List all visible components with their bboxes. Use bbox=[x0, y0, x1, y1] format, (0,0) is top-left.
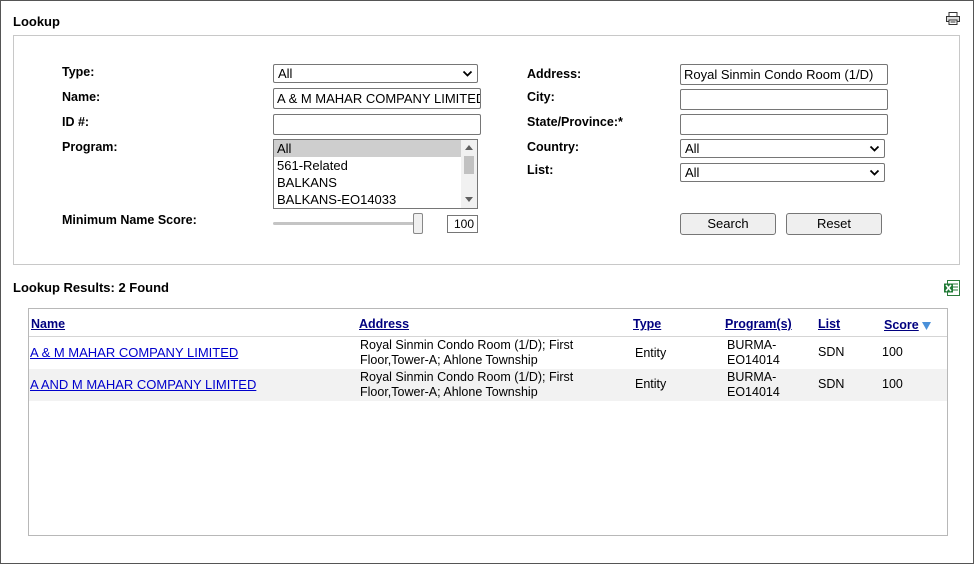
results-title: Lookup Results: 2 Found bbox=[13, 280, 169, 295]
chevron-down-icon bbox=[869, 169, 880, 176]
city-label: City: bbox=[527, 90, 555, 104]
address-input[interactable]: Royal Sinmin Condo Room (1/D) bbox=[680, 64, 888, 85]
type-label: Type: bbox=[62, 65, 95, 79]
result-type: Entity bbox=[635, 346, 667, 360]
program-option[interactable]: BALKANS bbox=[274, 174, 477, 191]
result-name-link[interactable]: A & M MAHAR COMPANY LIMITED bbox=[30, 345, 238, 360]
program-option[interactable]: 561-Related bbox=[274, 157, 477, 174]
reset-button[interactable]: Reset bbox=[786, 213, 882, 235]
result-address-line: Royal Sinmin Condo Room (1/D); First bbox=[360, 338, 574, 352]
result-program: BURMA- EO14014 bbox=[727, 370, 780, 400]
list-label: List: bbox=[527, 163, 554, 177]
result-list: SDN bbox=[818, 377, 845, 391]
result-type: Entity bbox=[635, 377, 667, 391]
address-label: Address: bbox=[527, 67, 582, 81]
scrollbar-thumb[interactable] bbox=[464, 156, 474, 174]
list-select[interactable]: All bbox=[680, 163, 885, 182]
result-program-line: EO14014 bbox=[727, 385, 780, 399]
state-input[interactable] bbox=[680, 114, 888, 135]
country-select[interactable]: All bbox=[680, 139, 885, 158]
name-label: Name: bbox=[62, 90, 101, 104]
id-label: ID #: bbox=[62, 115, 90, 129]
city-input[interactable] bbox=[680, 89, 888, 110]
column-header-score[interactable]: Score bbox=[884, 318, 931, 332]
state-label: State/Province:* bbox=[527, 115, 623, 129]
program-option[interactable]: BALKANS-EO14033 bbox=[274, 191, 477, 208]
result-address: Royal Sinmin Condo Room (1/D); First Flo… bbox=[360, 370, 573, 400]
sort-descending-icon bbox=[921, 321, 931, 330]
scroll-up-icon[interactable] bbox=[465, 144, 473, 150]
result-address-line: Floor,Tower-A; Ahlone Township bbox=[360, 385, 538, 399]
min-score-slider[interactable] bbox=[273, 222, 421, 225]
program-option[interactable]: All bbox=[274, 140, 477, 157]
result-score: 100 bbox=[882, 345, 903, 359]
country-label: Country: bbox=[527, 140, 580, 154]
lookup-title: Lookup bbox=[13, 14, 60, 29]
result-address-line: Royal Sinmin Condo Room (1/D); First bbox=[360, 370, 574, 384]
result-name-link[interactable]: A AND M MAHAR COMPANY LIMITED bbox=[30, 377, 256, 392]
print-icon[interactable] bbox=[946, 12, 960, 25]
result-score: 100 bbox=[882, 377, 903, 391]
result-program: BURMA- EO14014 bbox=[727, 338, 780, 368]
min-score-label: Minimum Name Score: bbox=[62, 213, 197, 227]
type-select[interactable]: All bbox=[273, 64, 478, 83]
min-score-value[interactable]: 100 bbox=[447, 215, 478, 233]
result-program-line: BURMA- bbox=[727, 370, 777, 384]
type-select-value: All bbox=[278, 66, 293, 81]
search-button[interactable]: Search bbox=[680, 213, 776, 235]
excel-export-icon[interactable] bbox=[944, 280, 960, 296]
program-listbox[interactable]: All 561-Related BALKANS BALKANS-EO14033 bbox=[273, 139, 478, 209]
result-address-line: Floor,Tower-A; Ahlone Township bbox=[360, 353, 538, 367]
column-header-address[interactable]: Address bbox=[359, 317, 409, 331]
name-input[interactable]: A & M MAHAR COMPANY LIMITED bbox=[273, 88, 481, 109]
column-header-name[interactable]: Name bbox=[31, 317, 65, 331]
result-program-line: BURMA- bbox=[727, 338, 777, 352]
program-label: Program: bbox=[62, 140, 118, 154]
column-header-programs[interactable]: Program(s) bbox=[725, 317, 792, 331]
min-score-slider-handle[interactable] bbox=[413, 213, 423, 234]
result-list: SDN bbox=[818, 345, 845, 359]
result-program-line: EO14014 bbox=[727, 353, 780, 367]
result-address: Royal Sinmin Condo Room (1/D); First Flo… bbox=[360, 338, 573, 368]
chevron-down-icon bbox=[462, 70, 473, 77]
scroll-down-icon[interactable] bbox=[465, 197, 473, 203]
column-header-score-label[interactable]: Score bbox=[884, 318, 919, 332]
id-input[interactable] bbox=[273, 114, 481, 135]
table-row: A & M MAHAR COMPANY LIMITED Royal Sinmin… bbox=[29, 337, 947, 369]
list-select-value: All bbox=[685, 165, 700, 180]
program-scrollbar[interactable] bbox=[461, 140, 477, 208]
table-row: A AND M MAHAR COMPANY LIMITED Royal Sinm… bbox=[29, 369, 947, 401]
chevron-down-icon bbox=[869, 145, 880, 152]
country-select-value: All bbox=[685, 141, 700, 156]
column-header-type[interactable]: Type bbox=[633, 317, 661, 331]
column-header-list[interactable]: List bbox=[818, 317, 840, 331]
